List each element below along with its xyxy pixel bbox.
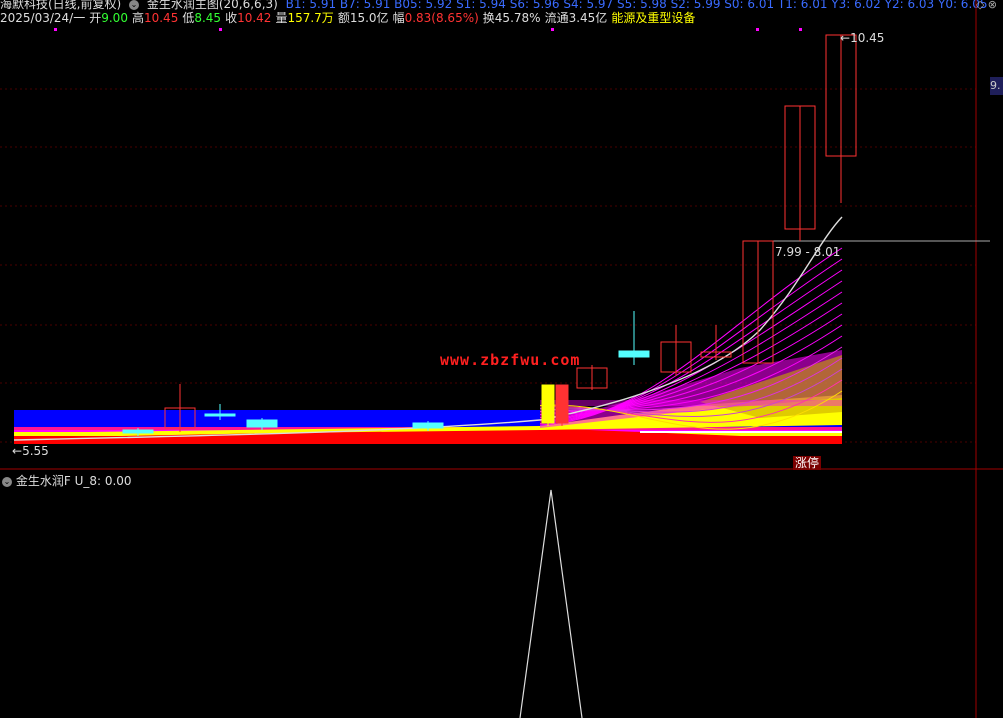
candle-body [412,422,444,429]
sub-indicator-toggle-icon[interactable]: ⌄ [2,476,12,487]
signal-dot [551,28,554,31]
sub-indicator-header: ⌄ 金生水润F U_8: 0.00 [2,472,132,489]
candle-body [122,429,154,434]
min-price-label: ←5.55 [12,444,49,458]
u8-spike [519,489,583,718]
candle-body [555,384,569,424]
signal-dot [219,28,222,31]
max-price-label: ←10.45 [840,31,884,45]
signal-dot [54,28,57,31]
candle-body [541,384,555,424]
arrow-left-icon: ← [840,31,851,45]
top-markers [54,28,802,31]
arrow-left-icon: ← [12,444,23,458]
signal-dot [799,28,802,31]
sub-indicator-name[interactable]: 金生水润F [16,474,71,488]
signal-dot [756,28,759,31]
sub-indicator-value: U_8: 0.00 [74,474,132,488]
limit-up-badge: 涨停 [793,456,822,470]
candle-body [204,413,236,417]
max-price-value: 10.45 [850,31,885,45]
candle-body [246,419,278,428]
min-price-value: 5.55 [22,444,49,458]
right-axis-price: 9. [990,77,1003,95]
candle-body [618,350,650,358]
sub-indicator-plot [519,489,583,718]
watermark-text: www.zbzfwu.com [440,351,581,369]
range-label: 7.99 - 8.01 [775,245,841,259]
